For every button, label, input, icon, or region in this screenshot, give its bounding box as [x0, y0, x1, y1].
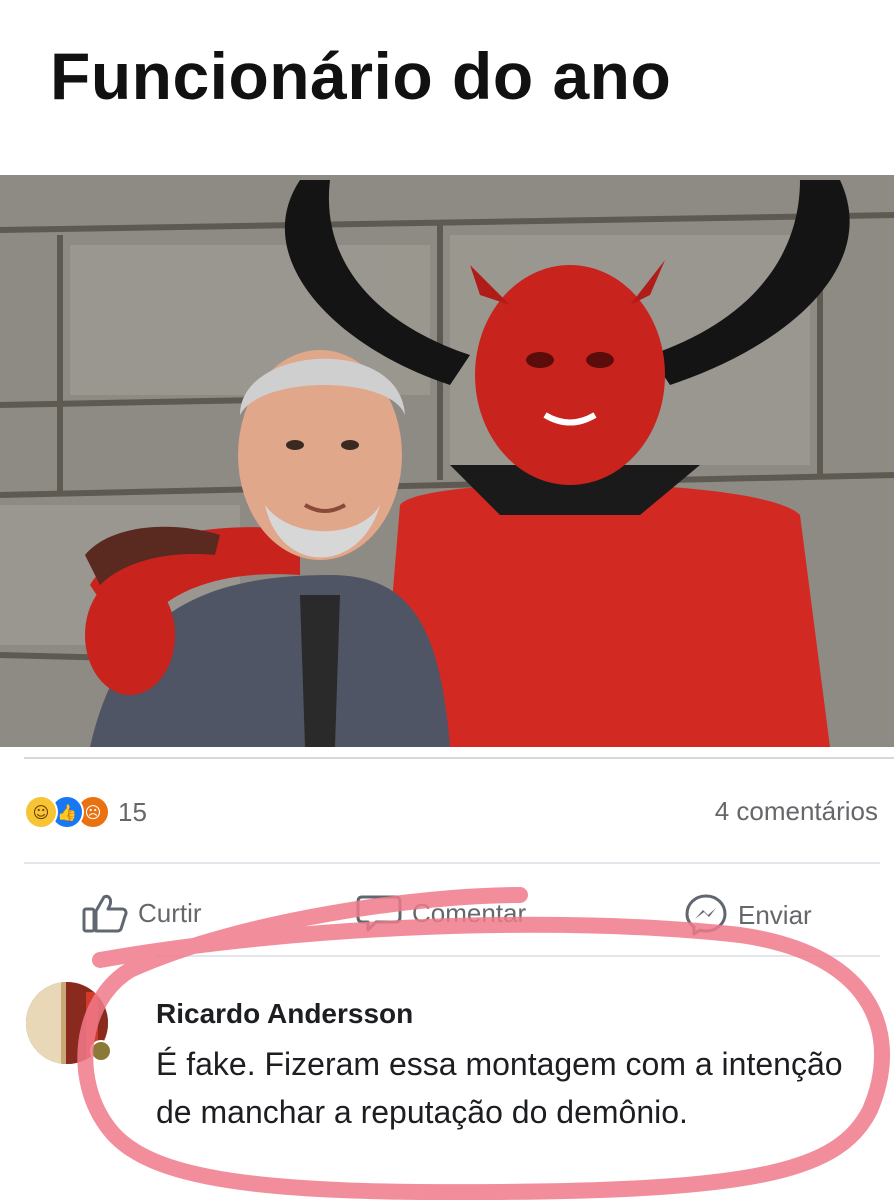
like-button[interactable]: Curtir — [82, 893, 202, 933]
like-label: Curtir — [138, 897, 202, 928]
haha-reaction-icon: ☺ — [24, 795, 58, 829]
send-button[interactable]: Enviar — [684, 893, 812, 937]
online-status-indicator — [90, 1040, 112, 1062]
thumbs-up-icon — [82, 893, 128, 933]
comment-author[interactable]: Ricardo Andersson — [156, 998, 413, 1030]
comment-label: Comentar — [412, 897, 527, 928]
post-title: Funcionário do ano — [50, 39, 672, 113]
send-label: Enviar — [738, 899, 812, 930]
actions-top-divider — [24, 862, 880, 864]
comment-text: É fake. Fizeram essa montagem com a inte… — [156, 1046, 843, 1130]
post-photo[interactable] — [0, 175, 894, 747]
comment-button[interactable]: Comentar — [356, 893, 526, 933]
messenger-icon — [684, 893, 728, 937]
comments-count-link[interactable]: 4 comentários — [715, 796, 878, 827]
actions-bottom-divider — [156, 955, 880, 957]
meme-photo — [0, 175, 894, 747]
speech-bubble-icon — [356, 893, 402, 933]
reaction-summary[interactable]: ☺ 👍 ☹ 15 — [24, 795, 147, 829]
photo-divider — [24, 757, 894, 759]
reaction-count: 15 — [118, 796, 147, 827]
